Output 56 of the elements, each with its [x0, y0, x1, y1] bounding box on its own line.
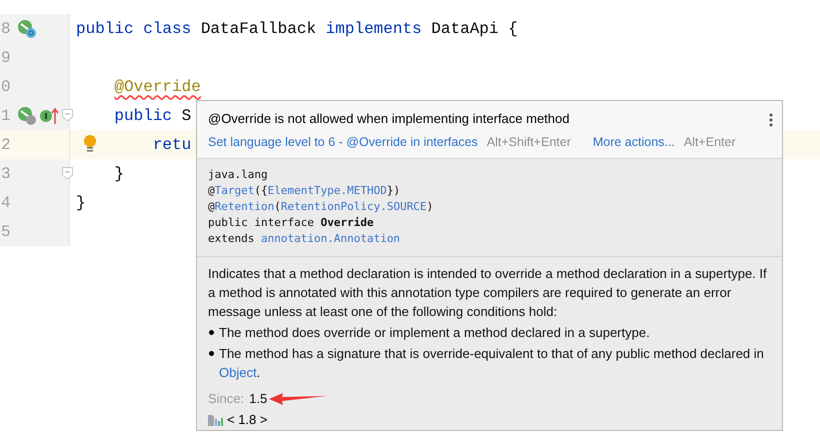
line-number: 1: [1, 106, 12, 124]
shortcut-label: Alt+Enter: [684, 135, 736, 149]
type-link[interactable]: ElementType.METHOD: [268, 183, 387, 199]
fold-icon[interactable]: [62, 167, 73, 180]
code-token: S: [182, 106, 192, 124]
type-link[interactable]: Retention: [214, 199, 274, 215]
since-value: 1.5: [249, 391, 268, 406]
bullet-dot: [209, 351, 214, 356]
arrow-annotation: [269, 392, 328, 406]
code-token: DataFallback: [200, 20, 318, 38]
code-token: public class: [76, 20, 192, 38]
code-token: retu: [152, 136, 192, 154]
bullet-text: The method does override or implement a method declared in a supertype.: [219, 324, 650, 342]
code-token: @Override: [114, 78, 201, 96]
library-icon: [208, 414, 223, 426]
line-number: 9: [1, 48, 12, 66]
signature-text: java.lang: [208, 167, 268, 183]
description-text: Indicates that a method declaration is intended to override a method declaration in a supertype. If a method is annotated with this annotation type compilers are required to generate an error message unless at least one of the following conditions hold:: [208, 265, 768, 321]
since-label: Since:: [208, 391, 244, 406]
lightbulb-icon[interactable]: [83, 134, 97, 154]
line-number: 0: [1, 78, 12, 96]
code-token: }: [76, 194, 86, 212]
bullet-dot: [209, 330, 214, 335]
signature-text: }): [386, 183, 400, 199]
code-token: implements: [326, 20, 423, 38]
class-marker-icon[interactable]: [17, 18, 37, 38]
line-number: 2: [1, 136, 12, 154]
signature-text: (: [274, 199, 281, 215]
fold-icon[interactable]: [62, 109, 73, 122]
method-marker-icon[interactable]: [17, 106, 37, 126]
type-link[interactable]: annotation.Annotation: [260, 231, 400, 247]
line-number: 8: [1, 20, 12, 38]
type-link[interactable]: Target: [214, 183, 254, 199]
line-number: 4: [1, 194, 12, 212]
signature-text: extends: [208, 231, 256, 247]
quick-fix-link[interactable]: More actions...: [592, 135, 675, 149]
quick-fix-link[interactable]: Set language level to 6 - @Override in interfaces: [208, 135, 478, 149]
signature-text: @: [208, 199, 215, 215]
error-message: @Override is not allowed when implementing interface method: [208, 111, 570, 126]
object-link[interactable]: Object: [219, 365, 257, 380]
bullet-text: The method has a signature that is override-equivalent to that of any public method declared in Object.: [219, 345, 765, 382]
more-options-icon[interactable]: [769, 113, 773, 127]
code-token: }: [114, 164, 124, 182]
signature-text: ({: [254, 183, 268, 199]
line-number: 5: [1, 222, 12, 240]
signature-text: Override: [320, 215, 374, 231]
signature-text: @: [208, 183, 215, 199]
signature-text: public interface: [208, 215, 315, 231]
type-link[interactable]: RetentionPolicy.SOURCE: [280, 199, 427, 215]
implements-marker-icon[interactable]: [39, 106, 59, 124]
jdk-version[interactable]: < 1.8 >: [227, 412, 268, 427]
code-token: public: [114, 106, 174, 124]
signature-text: ): [426, 199, 434, 215]
code-token: DataApi {: [431, 20, 518, 38]
line-number: 3: [1, 164, 12, 182]
shortcut-label: Alt+Shift+Enter: [486, 135, 571, 149]
